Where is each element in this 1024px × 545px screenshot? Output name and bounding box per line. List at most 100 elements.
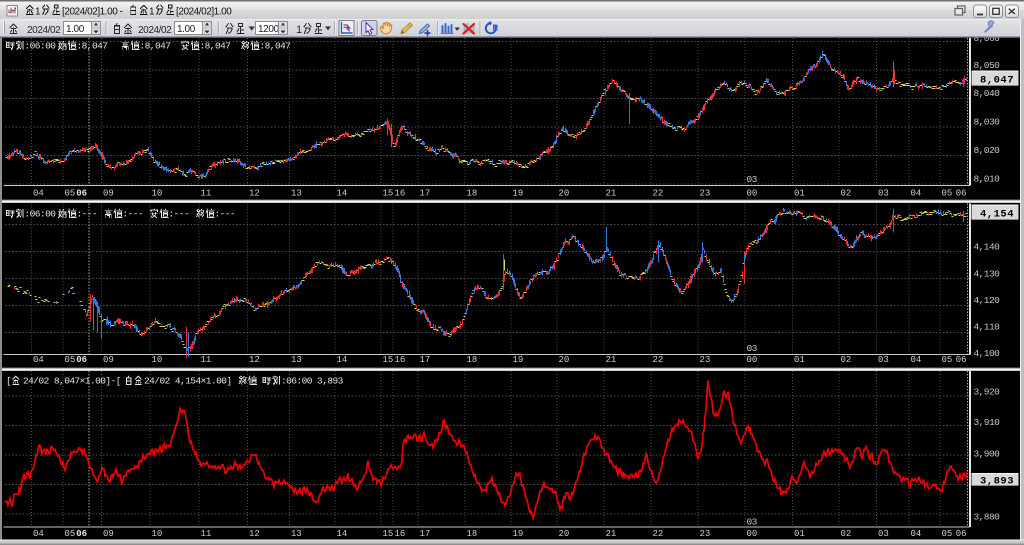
- svg-text:1.00: 1.00: [177, 24, 196, 35]
- svg-text:19: 19: [513, 529, 524, 539]
- svg-text::---: :---: [123, 209, 144, 220]
- svg-text:18: 18: [467, 355, 478, 365]
- svg-text:3,910: 3,910: [974, 417, 1001, 428]
- svg-text:01: 01: [794, 189, 805, 199]
- svg-text:17: 17: [420, 529, 431, 539]
- svg-text:23: 23: [700, 355, 711, 365]
- svg-text:3,920: 3,920: [974, 387, 1001, 398]
- svg-text:05: 05: [942, 355, 953, 365]
- svg-text:03: 03: [747, 343, 758, 354]
- svg-text:2024/02: 2024/02: [138, 25, 172, 36]
- svg-text:11: 11: [201, 189, 212, 199]
- svg-text:22: 22: [653, 189, 664, 199]
- svg-text::---: :---: [169, 209, 190, 220]
- svg-text:05: 05: [942, 529, 953, 539]
- svg-text:01: 01: [794, 529, 805, 539]
- svg-text::---: :---: [77, 209, 98, 220]
- svg-text:03: 03: [878, 529, 889, 539]
- svg-text:00: 00: [747, 529, 758, 539]
- svg-text:03: 03: [747, 174, 758, 185]
- svg-text:03: 03: [878, 355, 889, 365]
- svg-text:24/02 8,047×1.00]-[: 24/02 8,047×1.00]-[: [23, 376, 121, 387]
- svg-text:06: 06: [76, 529, 87, 539]
- svg-text:16: 16: [395, 529, 406, 539]
- svg-text:8,040: 8,040: [974, 88, 1001, 99]
- svg-text:17: 17: [420, 189, 431, 199]
- svg-text:1: 1: [296, 24, 302, 36]
- svg-text:05: 05: [65, 355, 76, 365]
- svg-text:02: 02: [841, 189, 852, 199]
- svg-text::06:00: :06:00: [25, 41, 57, 52]
- svg-text:3,893: 3,893: [980, 475, 1014, 487]
- svg-text:20: 20: [559, 189, 570, 199]
- svg-text:1.00: 1.00: [66, 24, 85, 35]
- svg-text:8,050: 8,050: [974, 60, 1001, 71]
- svg-text:03: 03: [878, 189, 889, 199]
- svg-text:02: 02: [841, 355, 852, 365]
- svg-text:4,110: 4,110: [974, 322, 1001, 333]
- svg-text:3,880: 3,880: [974, 512, 1001, 523]
- svg-text:8,047: 8,047: [980, 74, 1014, 86]
- svg-text:R: R: [493, 24, 499, 33]
- svg-text:11: 11: [201, 529, 212, 539]
- svg-text:1200: 1200: [258, 24, 279, 35]
- svg-text:13: 13: [291, 355, 302, 365]
- svg-text:09: 09: [103, 355, 114, 365]
- svg-text:13: 13: [291, 529, 302, 539]
- svg-text:04: 04: [911, 355, 922, 365]
- svg-text:4,140: 4,140: [974, 242, 1001, 253]
- svg-text:1: 1: [35, 7, 41, 18]
- svg-text:4,120: 4,120: [974, 295, 1001, 306]
- svg-text:1: 1: [149, 7, 155, 18]
- svg-text::8,047: :8,047: [77, 41, 108, 52]
- svg-text:14: 14: [337, 529, 348, 539]
- svg-text:05: 05: [942, 189, 953, 199]
- svg-text:06: 06: [956, 189, 967, 199]
- svg-text::8,047: :8,047: [260, 41, 291, 52]
- svg-text:22: 22: [653, 529, 664, 539]
- svg-text:8,030: 8,030: [974, 117, 1001, 128]
- svg-text::06:00: :06:00: [25, 209, 57, 220]
- svg-text:3,900: 3,900: [974, 449, 1001, 460]
- svg-text::8,047: :8,047: [200, 41, 231, 52]
- svg-text:06: 06: [956, 355, 967, 365]
- svg-text:10: 10: [152, 189, 163, 199]
- svg-text:09: 09: [103, 189, 114, 199]
- svg-text:05: 05: [65, 529, 76, 539]
- svg-text:05: 05: [65, 189, 76, 199]
- svg-text:10: 10: [152, 355, 163, 365]
- svg-text:15: 15: [383, 529, 394, 539]
- svg-text:00: 00: [747, 189, 758, 199]
- svg-text:10: 10: [152, 529, 163, 539]
- svg-text:04: 04: [911, 529, 922, 539]
- svg-text:14: 14: [337, 355, 348, 365]
- svg-text:17: 17: [420, 355, 431, 365]
- svg-text:04: 04: [33, 189, 44, 199]
- svg-text:12: 12: [249, 355, 260, 365]
- svg-text:19: 19: [513, 189, 524, 199]
- svg-text:8,020: 8,020: [974, 145, 1001, 156]
- svg-text:2024/02: 2024/02: [27, 25, 61, 36]
- svg-text:18: 18: [467, 189, 478, 199]
- svg-text:13: 13: [291, 189, 302, 199]
- svg-text:06: 06: [956, 529, 967, 539]
- svg-text:03: 03: [747, 517, 758, 528]
- svg-text:11: 11: [201, 355, 212, 365]
- svg-text:02: 02: [841, 529, 852, 539]
- svg-text:19: 19: [513, 355, 524, 365]
- svg-text:14: 14: [337, 189, 348, 199]
- svg-text:8,010: 8,010: [974, 174, 1001, 185]
- svg-text:4,100: 4,100: [974, 348, 1001, 359]
- svg-text:4,154: 4,154: [980, 208, 1014, 220]
- svg-text:06: 06: [76, 189, 87, 199]
- svg-text:04: 04: [33, 529, 44, 539]
- svg-text:20: 20: [559, 355, 570, 365]
- svg-text:04: 04: [33, 355, 44, 365]
- svg-text:4,130: 4,130: [974, 269, 1001, 280]
- svg-text:16: 16: [395, 189, 406, 199]
- svg-text:22: 22: [653, 355, 664, 365]
- svg-text:16: 16: [395, 355, 406, 365]
- svg-text:[: [: [6, 376, 11, 387]
- svg-text:21: 21: [606, 189, 617, 199]
- svg-text::06:00 3,893: :06:00 3,893: [281, 376, 344, 387]
